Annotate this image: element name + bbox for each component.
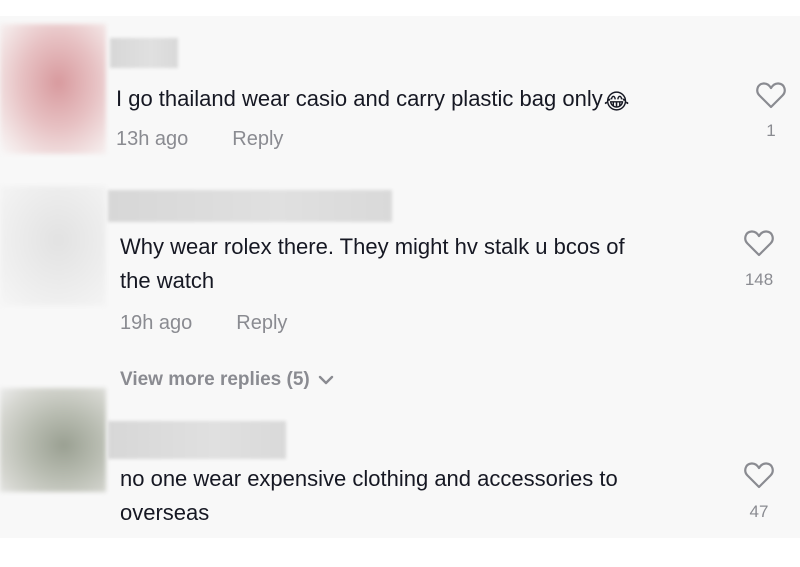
comment-text-line: the watch (120, 268, 215, 293)
comments-panel: I go thailand wear casio and carry plast… (0, 16, 800, 538)
laughing-emoji-icon: 😂 (603, 89, 630, 114)
like-count: 1 (766, 121, 776, 140)
reply-button[interactable]: Reply (236, 312, 287, 335)
comment-timestamp: 13h ago (116, 128, 189, 150)
like-count: 47 (749, 502, 769, 521)
comment-text-line: no one wear expensive clothing and acces… (120, 466, 618, 491)
username-blurred[interactable] (110, 38, 178, 68)
heart-outline-icon[interactable] (755, 80, 787, 110)
username-blurred[interactable] (108, 190, 392, 222)
reply-button[interactable]: Reply (232, 128, 283, 151)
view-more-replies-button[interactable]: View more replies (5) (120, 369, 334, 391)
comment-text: no one wear expensive clothing and acces… (120, 462, 618, 530)
comment-meta: 19h ago Reply (120, 312, 287, 335)
comment-text-line: overseas (120, 500, 210, 525)
username-blurred[interactable] (108, 421, 286, 459)
heart-outline-icon[interactable] (743, 228, 775, 258)
comment-text: I go thailand wear casio and carry plast… (116, 82, 629, 119)
avatar[interactable] (0, 388, 106, 492)
chevron-down-icon (318, 375, 333, 385)
like-count: 148 (744, 270, 774, 289)
comment-meta: 13h ago Reply (116, 128, 283, 151)
heart-outline-icon[interactable] (743, 460, 775, 490)
view-more-replies-label: View more replies (5) (120, 369, 310, 390)
comment-timestamp: 19h ago (120, 312, 193, 334)
comment-text: Why wear rolex there. They might hv stal… (120, 230, 625, 298)
avatar[interactable] (0, 186, 106, 306)
comment-text-line: Why wear rolex there. They might hv stal… (120, 234, 625, 259)
avatar[interactable] (0, 24, 106, 154)
comment-text-body: I go thailand wear casio and carry plast… (116, 86, 603, 111)
